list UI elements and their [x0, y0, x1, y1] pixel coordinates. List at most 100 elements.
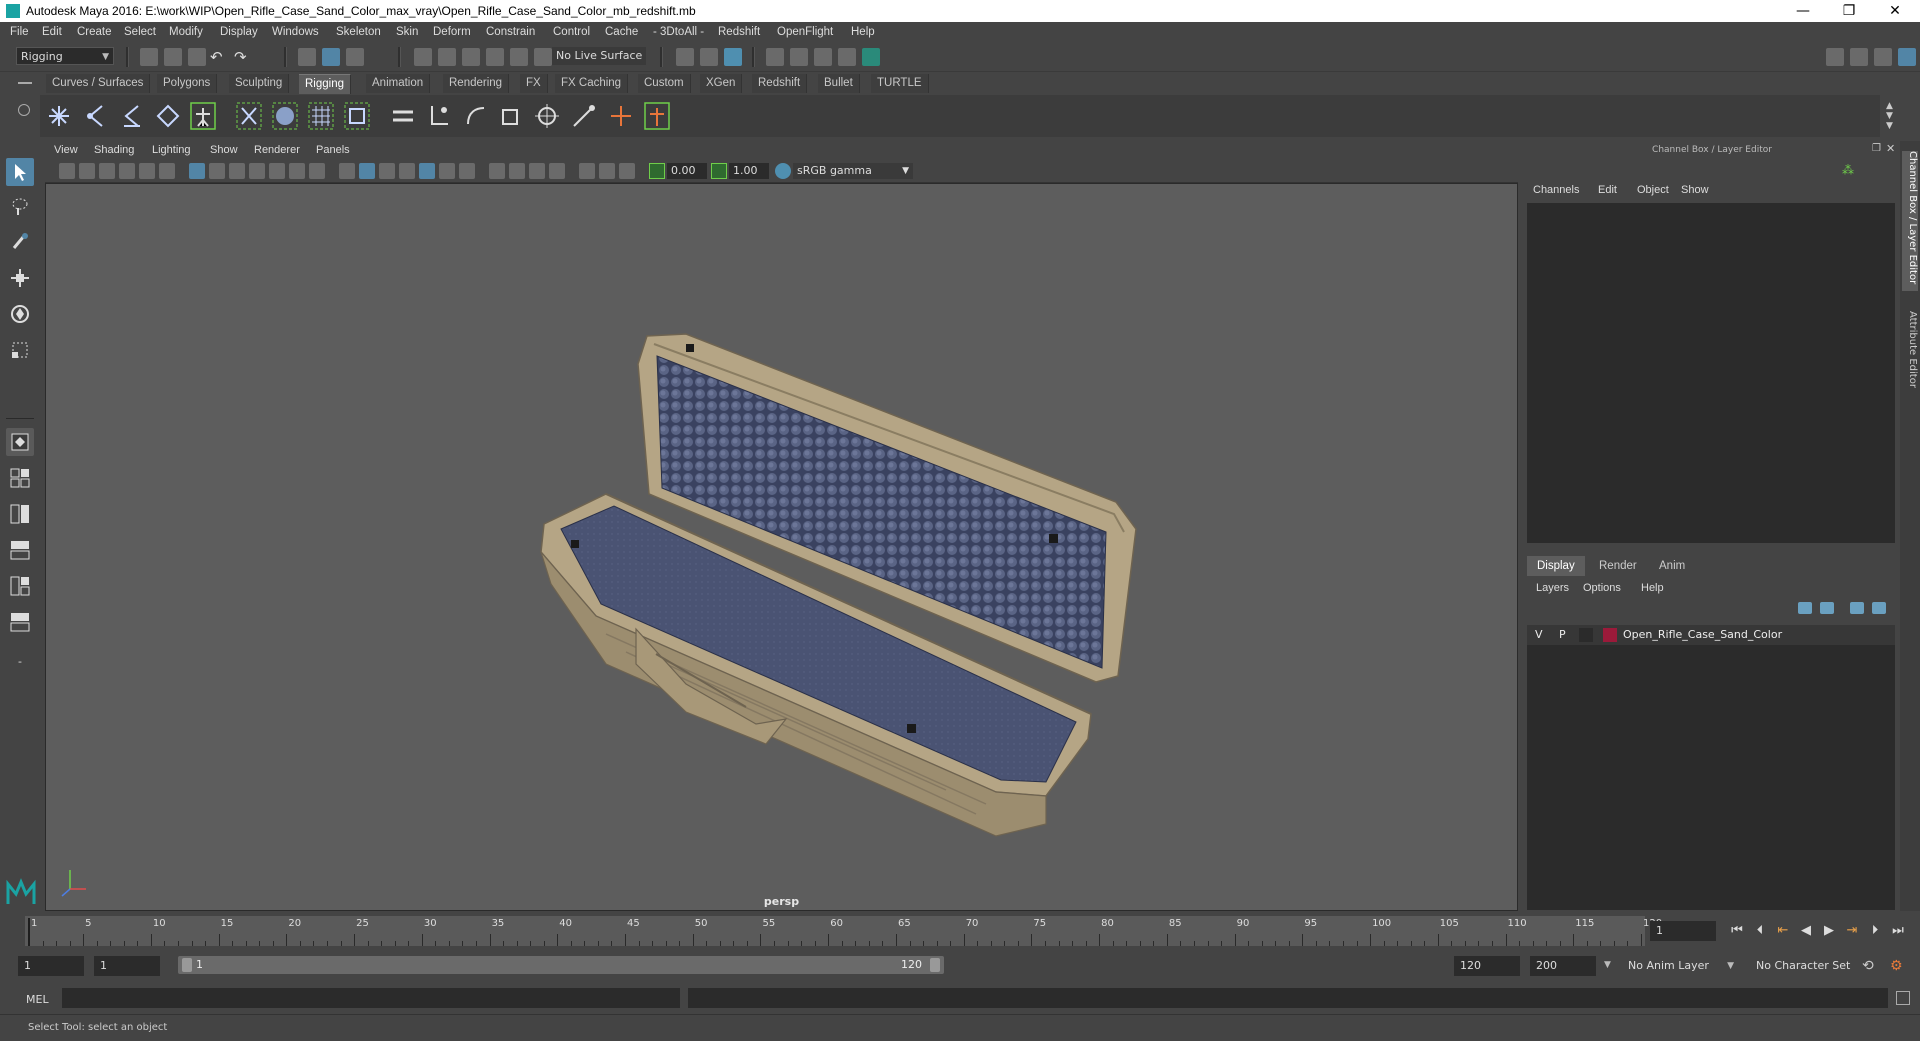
menu-modify[interactable]: Modify	[169, 26, 203, 38]
snap-to-view-plane-icon[interactable]	[486, 48, 504, 66]
play-forwards-icon[interactable]: ▶	[1822, 924, 1836, 938]
gamma-field[interactable]: 1.00	[729, 163, 769, 179]
smooth-shade-icon[interactable]	[359, 163, 375, 179]
menu-redshift[interactable]: Redshift	[718, 26, 760, 38]
layer-visibility-toggle[interactable]: V	[1535, 628, 1543, 641]
toggle-modeling-toolkit-icon[interactable]	[1826, 48, 1844, 66]
viewport-menu-lighting[interactable]: Lighting	[152, 144, 191, 156]
film-gate-icon[interactable]	[209, 163, 225, 179]
snap-to-point-icon[interactable]	[462, 48, 480, 66]
layer-playback-toggle[interactable]: P	[1559, 628, 1566, 641]
character-set-dropdown[interactable]: No Character Set	[1750, 956, 1874, 976]
xray-icon[interactable]	[579, 163, 595, 179]
layer-row[interactable]: V P Open_Rifle_Case_Sand_Color	[1527, 625, 1895, 645]
grease-pencil-icon[interactable]	[159, 163, 175, 179]
current-frame-field[interactable]: 1	[1650, 921, 1716, 941]
tab-xgen[interactable]: XGen	[700, 74, 743, 93]
perspective-viewport[interactable]: persp	[45, 183, 1518, 911]
rotate-tool-icon[interactable]	[6, 300, 34, 328]
textured-icon[interactable]	[399, 163, 415, 179]
auto-keyframe-icon[interactable]: ⟲	[1862, 958, 1874, 974]
safe-title-icon[interactable]	[309, 163, 325, 179]
ik-spline-tool-icon[interactable]	[116, 100, 146, 132]
command-language-label[interactable]: MEL	[26, 993, 49, 1006]
gamma-icon[interactable]	[711, 163, 727, 179]
select-camera-icon[interactable]	[59, 163, 75, 179]
ik-handle-tool-icon[interactable]	[80, 100, 110, 132]
command-input[interactable]	[62, 988, 680, 1008]
snap-to-grid-icon[interactable]	[414, 48, 432, 66]
channel-list[interactable]	[1527, 203, 1895, 543]
menu-create[interactable]: Create	[77, 26, 112, 38]
tab-channel-box-side[interactable]: Channel Box / Layer Editor	[1902, 151, 1918, 291]
symmetry-icon[interactable]	[534, 48, 552, 66]
locator-icon[interactable]	[606, 100, 636, 132]
scale-constraint-icon[interactable]	[496, 100, 526, 132]
parent-constraint-icon[interactable]	[388, 100, 418, 132]
move-layer-up-icon[interactable]	[1798, 602, 1812, 614]
menu-deform[interactable]: Deform	[433, 26, 471, 38]
menu-control[interactable]: Control	[553, 26, 590, 38]
animation-end-field[interactable]: 200	[1530, 956, 1596, 976]
menu-3dtoall[interactable]: - 3DtoAll -	[653, 26, 704, 38]
outliner-persp-layout-icon[interactable]	[6, 608, 34, 636]
exposure-icon[interactable]	[649, 163, 665, 179]
menu-windows[interactable]: Windows	[272, 26, 319, 38]
menu-display[interactable]: Display	[220, 26, 258, 38]
channel-menu-channels[interactable]: Channels	[1533, 184, 1579, 196]
viewport-menu-view[interactable]: View	[54, 144, 78, 156]
input-output-icon[interactable]	[700, 48, 718, 66]
layer-menu-help[interactable]: Help	[1641, 582, 1664, 594]
select-by-object-icon[interactable]	[322, 48, 340, 66]
render-current-frame-icon[interactable]	[766, 48, 784, 66]
tab-turtle[interactable]: TURTLE	[871, 74, 929, 93]
close-panel-icon[interactable]: ✕	[1886, 142, 1895, 155]
restore-button[interactable]: ❐	[1826, 0, 1872, 22]
menu-edit[interactable]: Edit	[42, 26, 62, 38]
tab-attribute-editor-side[interactable]: Attribute Editor	[1902, 311, 1918, 411]
go-to-start-icon[interactable]: ⏮	[1730, 924, 1744, 938]
menu-cache[interactable]: Cache	[605, 26, 638, 38]
orient-constraint-icon[interactable]	[460, 100, 490, 132]
persp-outliner-layout-icon[interactable]	[6, 500, 34, 528]
anim-layer-dropdown[interactable]: No Anim Layer ▼	[1622, 956, 1738, 976]
viewport-menu-panels[interactable]: Panels	[316, 144, 350, 156]
animation-start-field[interactable]: 1	[18, 956, 84, 976]
move-layer-down-icon[interactable]	[1820, 602, 1834, 614]
multisample-aa-icon[interactable]	[509, 163, 525, 179]
lasso-tool-icon[interactable]	[6, 192, 34, 220]
step-back-frame-icon[interactable]: ⏴	[1753, 924, 1767, 938]
use-all-lights-icon[interactable]	[419, 163, 435, 179]
joint-tool-icon[interactable]	[44, 100, 74, 132]
select-tool-icon[interactable]	[6, 158, 34, 186]
channel-menu-show[interactable]: Show	[1681, 184, 1709, 196]
range-end-handle[interactable]	[930, 958, 940, 972]
four-view-layout-icon[interactable]	[6, 464, 34, 492]
xray-joints-icon[interactable]	[599, 163, 615, 179]
shadows-icon[interactable]	[439, 163, 455, 179]
save-scene-icon[interactable]	[188, 48, 206, 66]
redshift-render-icon[interactable]	[862, 48, 880, 66]
lattice-icon[interactable]	[306, 100, 336, 132]
cluster-icon[interactable]	[342, 100, 372, 132]
hypershade-icon[interactable]	[814, 48, 832, 66]
grid-icon[interactable]	[189, 163, 205, 179]
tab-layer-display[interactable]: Display	[1527, 556, 1585, 576]
tab-rigging[interactable]: Rigging	[299, 74, 351, 94]
menuset-dropdown[interactable]: Rigging ▼	[16, 47, 114, 65]
range-start-handle[interactable]	[182, 958, 192, 972]
layer-color-swatch[interactable]	[1603, 628, 1617, 642]
tab-curves-surfaces[interactable]: Curves / Surfaces	[46, 74, 151, 93]
depth-of-field-icon[interactable]	[529, 163, 545, 179]
tab-layer-anim[interactable]: Anim	[1649, 556, 1695, 576]
minimize-button[interactable]: —	[1780, 0, 1826, 22]
step-back-key-icon[interactable]: ⇤	[1776, 924, 1790, 938]
create-empty-layer-icon[interactable]	[1850, 602, 1864, 614]
persp-graph-layout-icon[interactable]	[6, 536, 34, 564]
select-by-component-icon[interactable]	[346, 48, 364, 66]
viewport-menu-show[interactable]: Show	[210, 144, 238, 156]
shelf-scroll-arrows-icon[interactable]: ▲ ▼ ▼	[1886, 101, 1893, 131]
close-button[interactable]: ✕	[1872, 0, 1918, 22]
new-scene-icon[interactable]	[140, 48, 158, 66]
safe-action-icon[interactable]	[289, 163, 305, 179]
